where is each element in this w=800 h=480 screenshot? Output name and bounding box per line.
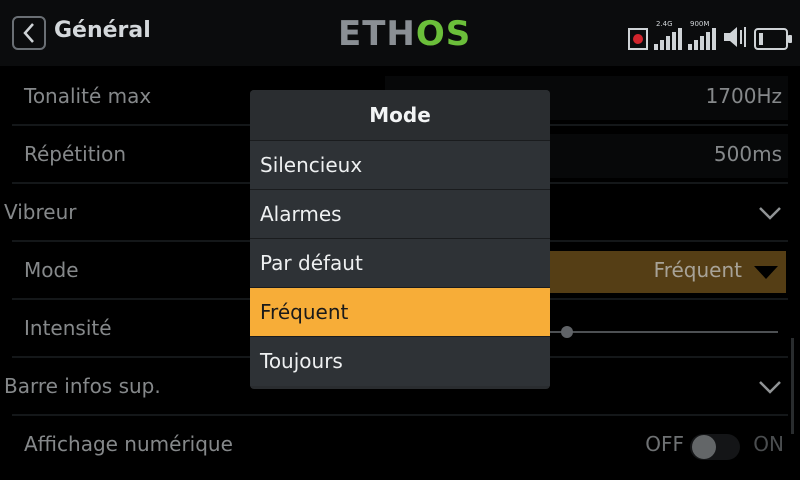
- ethos-logo: ETHOS: [338, 14, 472, 54]
- option-silencieux[interactable]: Silencieux: [250, 141, 550, 190]
- status-icons: 2.4G 900M: [628, 16, 792, 50]
- option-toujours[interactable]: Toujours: [250, 337, 550, 386]
- battery-icon: [754, 28, 792, 50]
- page-title: Général: [54, 18, 151, 43]
- top-bar: Général ETHOS 2.4G 900M: [0, 0, 800, 66]
- back-button[interactable]: [12, 16, 46, 50]
- chevron-left-icon: [23, 23, 34, 43]
- signal-900m-icon: 900M: [688, 20, 716, 50]
- option-alarmes[interactable]: Alarmes: [250, 190, 550, 239]
- option-frequent[interactable]: Fréquent: [250, 288, 550, 337]
- mode-dialog: Mode Silencieux Alarmes Par défaut Fréqu…: [250, 90, 550, 389]
- signal-24g-icon: 2.4G: [654, 20, 682, 50]
- record-icon: [628, 28, 648, 50]
- option-par-defaut[interactable]: Par défaut: [250, 239, 550, 288]
- speaker-icon: [724, 27, 746, 47]
- dialog-title: Mode: [250, 90, 550, 141]
